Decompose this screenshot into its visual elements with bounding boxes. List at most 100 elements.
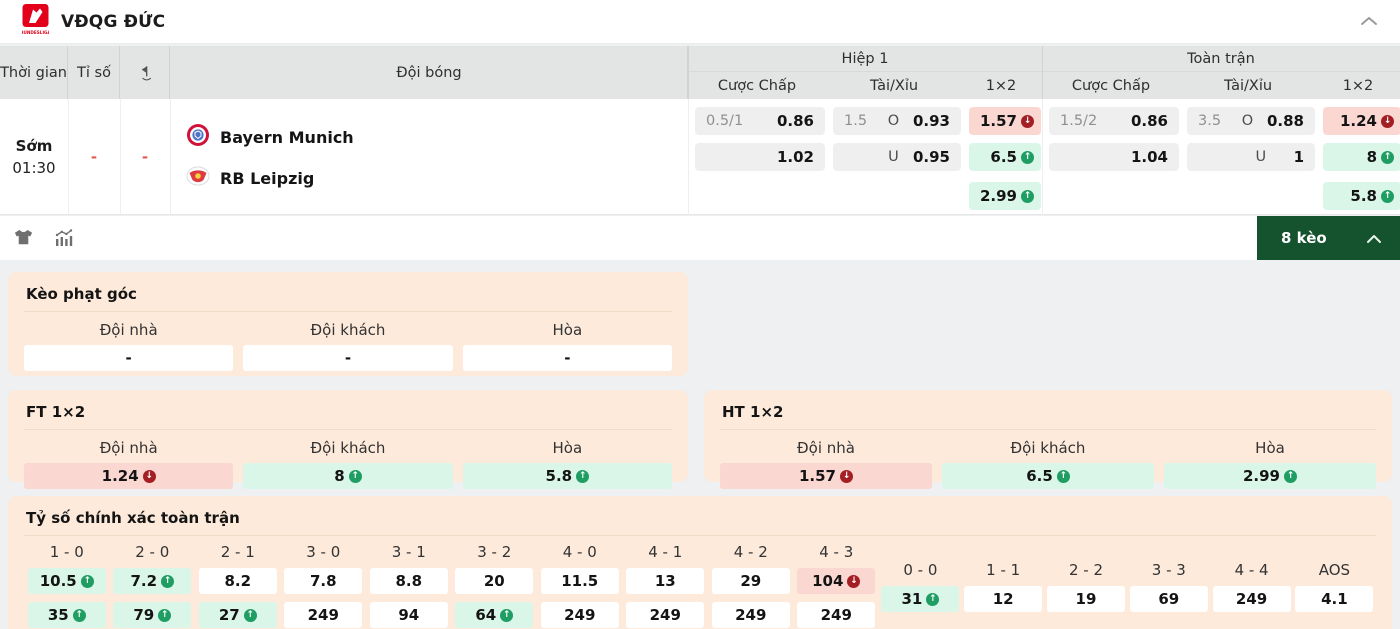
stats-icon[interactable]: [52, 226, 76, 254]
score-odds-cell[interactable]: 69: [1129, 586, 1208, 612]
away-team-name[interactable]: RB Leipzig: [220, 169, 314, 188]
handicap-odds-cell[interactable]: 0.5/1 0.86: [695, 107, 825, 135]
odds-value: 7.8: [309, 572, 337, 590]
match-time-label: Sớm: [15, 137, 53, 155]
chevron-up-icon[interactable]: [1360, 12, 1378, 31]
trend-up-icon: ↑: [500, 608, 514, 622]
odds-value: 1.02: [776, 148, 814, 166]
over-under-odds-cell[interactable]: U1: [1187, 143, 1315, 171]
score-odds-cell[interactable]: 64 ↑: [455, 602, 534, 628]
odds-value: -: [564, 349, 571, 367]
score-column: 1 - 0 10.5 ↑ 35 ↑: [24, 540, 110, 628]
odds-value: 1.04: [1130, 148, 1168, 166]
score-odds-cell[interactable]: 79 ↑: [113, 602, 192, 628]
score-odds-cell[interactable]: 20: [455, 568, 534, 594]
odds-value: 6.5: [1026, 467, 1053, 485]
score-odds-cell[interactable]: 29: [711, 568, 790, 594]
score-odds-cell[interactable]: 7.8: [284, 568, 363, 594]
score-odds-cell[interactable]: 94: [369, 602, 448, 628]
score-odds-cell[interactable]: 249: [626, 602, 705, 628]
score-column: 2 - 2 19: [1045, 558, 1128, 628]
panel-odds-cell[interactable]: 6.5 ↑: [942, 463, 1154, 489]
panel-odds-cell[interactable]: -: [243, 345, 453, 371]
score-odds-cell[interactable]: 4.1: [1295, 586, 1374, 612]
over-under-odds-cell[interactable]: U 0.95: [833, 143, 961, 171]
odds-value: 64: [475, 606, 497, 624]
score-odds-cell[interactable]: 7.2 ↑: [113, 568, 192, 594]
score-label: 0 - 0: [903, 561, 938, 579]
panel-odds-cell[interactable]: -: [462, 345, 672, 371]
keo-count-button[interactable]: 8 kèo: [1257, 216, 1400, 260]
over-under-odds-cell[interactable]: 1.5 O 0.93: [833, 107, 961, 135]
leipzig-crest-icon: [186, 165, 210, 191]
jersey-icon[interactable]: [12, 226, 35, 253]
score-odds-cell[interactable]: 249: [797, 602, 876, 628]
panel-column: Đội khách -: [243, 318, 453, 371]
match-time-value: 01:30: [12, 159, 56, 177]
odds-value: 0.93: [912, 112, 950, 130]
odds-value: 79: [133, 606, 155, 624]
odds-value: 249: [1235, 590, 1268, 608]
score-odds-cell[interactable]: 13: [626, 568, 705, 594]
odds-value: 249: [307, 606, 339, 624]
one-x-two-odds-cell[interactable]: 8 ↑: [1323, 143, 1400, 171]
handicap-odds-cell[interactable]: 1.5/2 0.86: [1049, 107, 1179, 135]
score-odds-cell[interactable]: 12: [964, 586, 1043, 612]
score-odds-cell[interactable]: 11.5: [540, 568, 619, 594]
panel-odds-cell[interactable]: 2.99 ↑: [1164, 463, 1376, 489]
handicap-line: 1.5/2: [1060, 113, 1098, 129]
score-odds-cell[interactable]: 19: [1046, 586, 1125, 612]
score-column: 0 - 0 31 ↑: [879, 558, 962, 628]
sub-header-ft-1x2: 1×2: [1342, 78, 1374, 94]
panel-odds-cell[interactable]: 1.24 ↓: [24, 463, 234, 489]
odds-group-ft: 1.5/2 0.86 1.04 3.5 O 0.88 U 1 1.24 ↓ 8 ↑ 5.8 ↑: [1042, 99, 1400, 215]
one-x-two-odds-cell[interactable]: 5.8 ↑: [1323, 182, 1400, 210]
one-x-two-odds-cell[interactable]: 1.57 ↓: [969, 107, 1041, 135]
odds-value: 10.5: [39, 572, 77, 590]
score-odds-cell[interactable]: 27 ↑: [198, 602, 277, 628]
score-odds-cell[interactable]: 8.2: [198, 568, 277, 594]
one-x-two-odds-cell[interactable]: 2.99 ↑: [969, 182, 1041, 210]
panel-odds-cell[interactable]: 8 ↑: [243, 463, 453, 489]
score-odds-cell[interactable]: 35 ↑: [27, 602, 106, 628]
league-header: BUNDESLIGA VĐQG ĐỨC: [0, 0, 1400, 44]
home-team-name[interactable]: Bayern Munich: [220, 128, 354, 147]
col-header-team: Đội bóng: [171, 46, 688, 99]
score-odds-cell[interactable]: 249: [711, 602, 790, 628]
odds-value: 94: [398, 606, 420, 624]
league-title: VĐQG ĐỨC: [61, 11, 166, 32]
odds-value: 1.24: [101, 467, 139, 485]
score-odds-cell[interactable]: 249: [540, 602, 619, 628]
trend-up-icon: ↑: [158, 608, 172, 622]
handicap-odds-cell[interactable]: 1.02: [695, 143, 825, 171]
over-under-odds-cell[interactable]: 3.5 O 0.88: [1187, 107, 1315, 135]
handicap-odds-cell[interactable]: 1.04: [1049, 143, 1179, 171]
away-team-row[interactable]: RB Leipzig: [186, 165, 688, 191]
score-odds-cell[interactable]: 8.8: [369, 568, 448, 594]
correct-score-main-grid: 1 - 0 10.5 ↑ 35 ↑ 2 - 0 7.2 ↑ 79 ↑ 2 - 1 8.2 27 ↑ 3 - …: [24, 540, 879, 628]
panel-odds-cell[interactable]: 1.57 ↓: [720, 463, 932, 489]
score-column: 4 - 0 11.5 249: [537, 540, 623, 628]
one-x-two-odds-cell[interactable]: 1.24 ↓: [1323, 107, 1400, 135]
panel-title: HT 1×2: [720, 400, 1376, 430]
odds-value: 104: [812, 572, 844, 590]
sub-header-h1-ou: Tài/Xỉu: [869, 78, 919, 94]
odds-value: -: [125, 349, 132, 367]
trend-up-icon: ↑: [1284, 469, 1297, 483]
sub-header-ft-ou: Tài/Xỉu: [1223, 78, 1273, 94]
score-odds-cell[interactable]: 104 ↓: [797, 568, 876, 594]
one-x-two-odds-cell[interactable]: 6.5 ↑: [969, 143, 1041, 171]
home-team-row[interactable]: Bayern Munich: [186, 123, 688, 151]
score-column: AOS 4.1: [1293, 558, 1376, 628]
match-teams[interactable]: Bayern Munich RB Leipzig: [170, 99, 688, 215]
bundesliga-logo: BUNDESLIGA: [20, 3, 51, 40]
score-odds-cell[interactable]: 249: [1212, 586, 1291, 612]
score-label: 4 - 1: [648, 543, 683, 561]
ou-side-label: U: [888, 149, 899, 165]
score-odds-cell[interactable]: 249: [284, 602, 363, 628]
panel-odds-cell[interactable]: -: [24, 345, 234, 371]
panel-odds-cell[interactable]: 5.8 ↑: [462, 463, 672, 489]
trend-up-icon: ↑: [72, 608, 86, 622]
score-odds-cell[interactable]: 10.5 ↑: [27, 568, 106, 594]
score-odds-cell[interactable]: 31 ↑: [881, 586, 960, 612]
